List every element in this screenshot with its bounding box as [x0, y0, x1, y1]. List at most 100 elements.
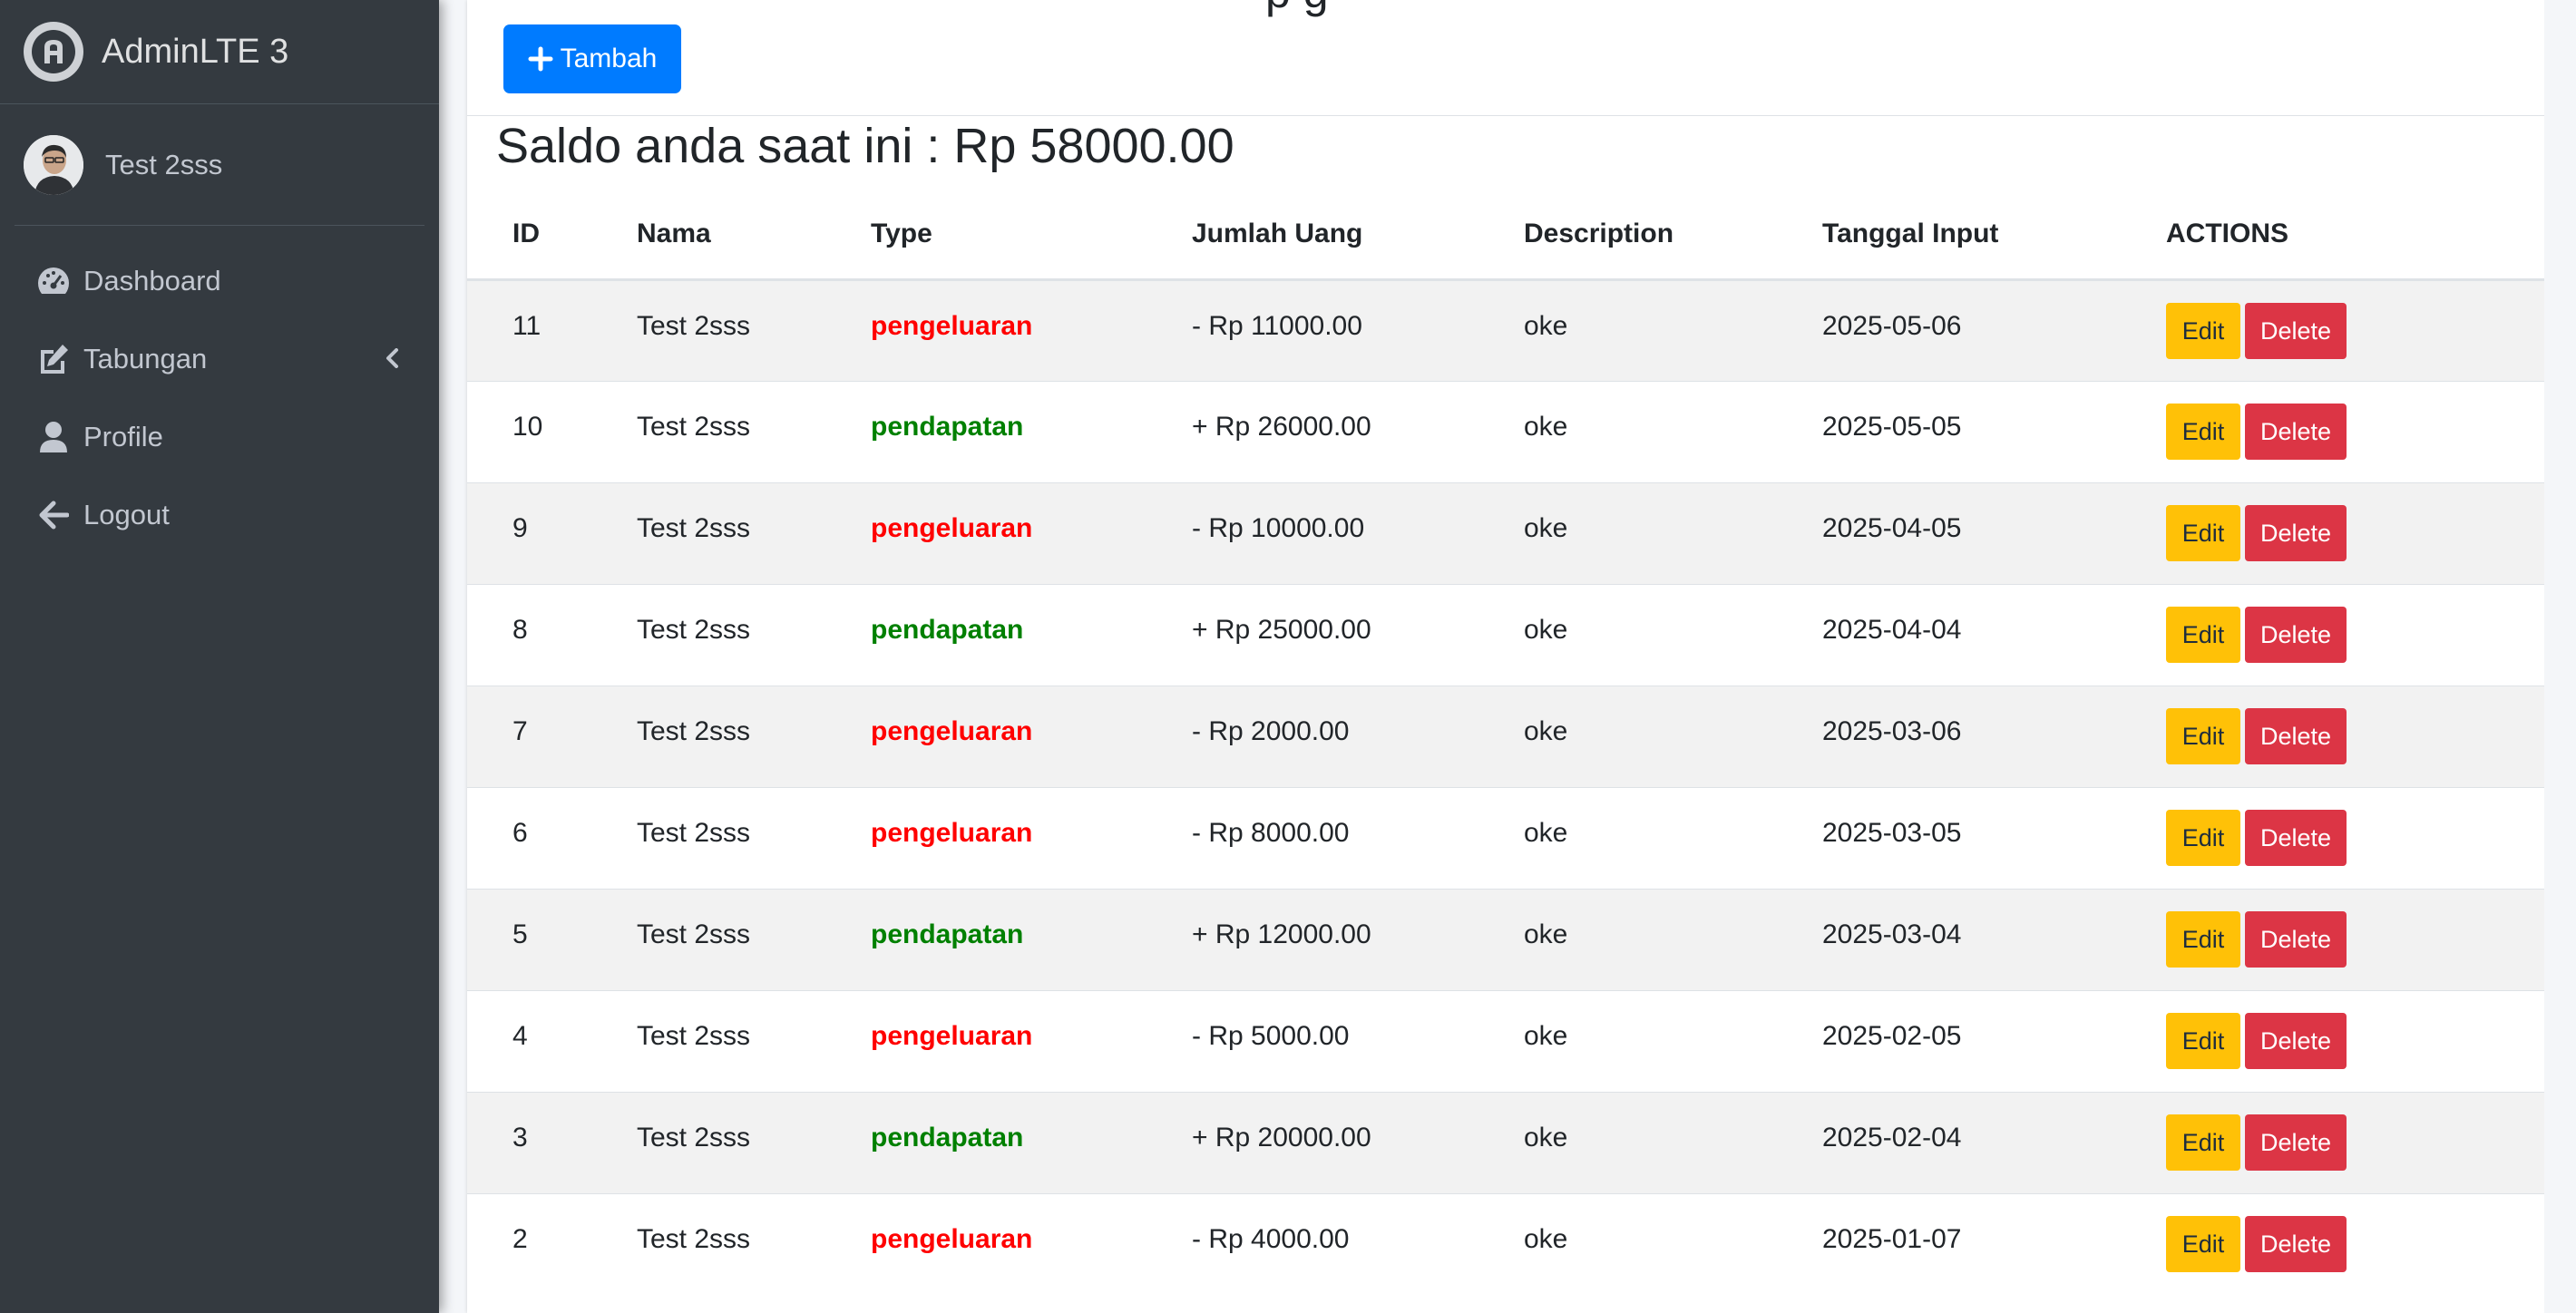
cell-type: pengeluaran	[871, 989, 1192, 1092]
cell-nama: Test 2sss	[637, 888, 871, 990]
table-row: 2 Test 2sss pengeluaran - Rp 4000.00 oke 2025…	[467, 1192, 2544, 1295]
delete-button[interactable]: Delete	[2245, 1013, 2347, 1069]
edit-button[interactable]: Edit	[2166, 708, 2240, 764]
cell-actions: Edit Delete	[2166, 583, 2544, 686]
edit-button[interactable]: Edit	[2166, 607, 2240, 663]
brand-link[interactable]: AdminLTE 3	[0, 0, 439, 104]
table-row: 4 Test 2sss pengeluaran - Rp 5000.00 oke 2025…	[467, 989, 2544, 1092]
delete-button[interactable]: Delete	[2245, 1216, 2347, 1273]
edit-button[interactable]: Edit	[2166, 810, 2240, 866]
tabungan-card: p g Tambah Saldo anda saat ini : Rp 5800…	[467, 0, 2544, 1313]
cell-nama: Test 2sss	[637, 1192, 871, 1295]
cell-tanggal: 2025-02-05	[1822, 989, 2166, 1092]
sidebar-item-dashboard[interactable]: Dashboard	[15, 242, 424, 320]
column-header-actions: ACTIONS	[2166, 190, 2544, 281]
edit-button[interactable]: Edit	[2166, 505, 2240, 561]
sidebar-item-tabungan[interactable]: Tabungan	[15, 320, 424, 398]
card-header: p g Tambah	[467, 0, 2544, 116]
cell-type: pengeluaran	[871, 786, 1192, 889]
user-panel[interactable]: Test 2sss	[15, 104, 424, 226]
table-row: 10 Test 2sss pendapatan + Rp 26000.00 oke 202…	[467, 380, 2544, 482]
cell-actions: Edit Delete	[2166, 278, 2544, 381]
cell-actions: Edit Delete	[2166, 481, 2544, 584]
column-header-nama: Nama	[637, 190, 871, 281]
table-header-row: ID Nama Type Jumlah Uang Description Tan…	[467, 190, 2544, 281]
sidebar-nav: Dashboard Tabungan Profile Logout	[0, 242, 439, 554]
sidebar-item-label: Profile	[83, 421, 163, 452]
edit-button[interactable]: Edit	[2166, 404, 2240, 460]
cell-actions: Edit Delete	[2166, 380, 2544, 482]
cell-actions: Edit Delete	[2166, 888, 2544, 990]
cell-tanggal: 2025-03-04	[1822, 888, 2166, 990]
tabungan-table: ID Nama Type Jumlah Uang Description Tan…	[467, 190, 2544, 1295]
cell-id: 5	[467, 888, 637, 990]
delete-button[interactable]: Delete	[2245, 911, 2347, 968]
delete-button[interactable]: Delete	[2245, 607, 2347, 663]
chevron-left-icon	[385, 343, 399, 375]
table-row: 11 Test 2sss pengeluaran - Rp 11000.00 oke 20…	[467, 278, 2544, 381]
cell-jumlah: + Rp 12000.00	[1192, 888, 1524, 990]
edit-button[interactable]: Edit	[2166, 1114, 2240, 1171]
cell-tanggal: 2025-03-06	[1822, 685, 2166, 787]
sidebar-item-profile[interactable]: Profile	[15, 398, 424, 476]
plus-icon	[528, 46, 553, 72]
column-header-tanggal: Tanggal Input	[1822, 190, 2166, 281]
brand-name: AdminLTE 3	[102, 32, 289, 71]
cell-description: oke	[1524, 278, 1822, 381]
cell-nama: Test 2sss	[637, 481, 871, 584]
cell-description: oke	[1524, 481, 1822, 584]
column-header-id: ID	[467, 190, 637, 281]
cell-actions: Edit Delete	[2166, 685, 2544, 787]
cell-tanggal: 2025-04-05	[1822, 481, 2166, 584]
delete-button[interactable]: Delete	[2245, 810, 2347, 866]
cell-actions: Edit Delete	[2166, 1192, 2544, 1295]
cell-id: 4	[467, 989, 637, 1092]
cell-jumlah: - Rp 4000.00	[1192, 1192, 1524, 1295]
sidebar-item-logout[interactable]: Logout	[15, 476, 424, 554]
cell-description: oke	[1524, 685, 1822, 787]
cell-actions: Edit Delete	[2166, 786, 2544, 889]
arrow-left-icon	[34, 496, 73, 534]
delete-button[interactable]: Delete	[2245, 302, 2347, 359]
edit-button[interactable]: Edit	[2166, 911, 2240, 968]
edit-button[interactable]: Edit	[2166, 302, 2240, 359]
cell-tanggal: 2025-01-07	[1822, 1192, 2166, 1295]
saldo-text: Saldo anda saat ini : Rp 58000.00	[496, 119, 1234, 173]
cell-type: pengeluaran	[871, 278, 1192, 381]
column-header-type: Type	[871, 190, 1192, 281]
cell-id: 7	[467, 685, 637, 787]
user-icon	[34, 418, 73, 456]
cell-type: pendapatan	[871, 1091, 1192, 1193]
cell-jumlah: + Rp 25000.00	[1192, 583, 1524, 686]
column-header-jumlah: Jumlah Uang	[1192, 190, 1524, 281]
cell-description: oke	[1524, 583, 1822, 686]
edit-button[interactable]: Edit	[2166, 1216, 2240, 1273]
sidebar-item-label: Dashboard	[83, 265, 221, 297]
page-title: p g	[1265, 0, 1329, 18]
cell-type: pendapatan	[871, 888, 1192, 990]
cell-id: 3	[467, 1091, 637, 1193]
add-button-label: Tambah	[560, 44, 658, 73]
cell-tanggal: 2025-03-05	[1822, 786, 2166, 889]
cell-type: pengeluaran	[871, 1192, 1192, 1295]
table-row: 7 Test 2sss pengeluaran - Rp 2000.00 oke 2025…	[467, 685, 2544, 787]
delete-button[interactable]: Delete	[2245, 404, 2347, 460]
delete-button[interactable]: Delete	[2245, 708, 2347, 764]
cell-description: oke	[1524, 1091, 1822, 1193]
cell-nama: Test 2sss	[637, 989, 871, 1092]
cell-nama: Test 2sss	[637, 1091, 871, 1193]
table-row: 9 Test 2sss pengeluaran - Rp 10000.00 oke 202…	[467, 481, 2544, 584]
cell-jumlah: - Rp 11000.00	[1192, 278, 1524, 381]
delete-button[interactable]: Delete	[2245, 1114, 2347, 1171]
cell-tanggal: 2025-05-05	[1822, 380, 2166, 482]
delete-button[interactable]: Delete	[2245, 505, 2347, 561]
cell-jumlah: - Rp 5000.00	[1192, 989, 1524, 1092]
sidebar-item-label: Logout	[83, 499, 170, 530]
cell-actions: Edit Delete	[2166, 989, 2544, 1092]
cell-nama: Test 2sss	[637, 380, 871, 482]
edit-button[interactable]: Edit	[2166, 1013, 2240, 1069]
table-row: 5 Test 2sss pendapatan + Rp 12000.00 oke 2025…	[467, 888, 2544, 990]
cell-tanggal: 2025-04-04	[1822, 583, 2166, 686]
add-button[interactable]: Tambah	[503, 24, 681, 93]
cell-nama: Test 2sss	[637, 685, 871, 787]
